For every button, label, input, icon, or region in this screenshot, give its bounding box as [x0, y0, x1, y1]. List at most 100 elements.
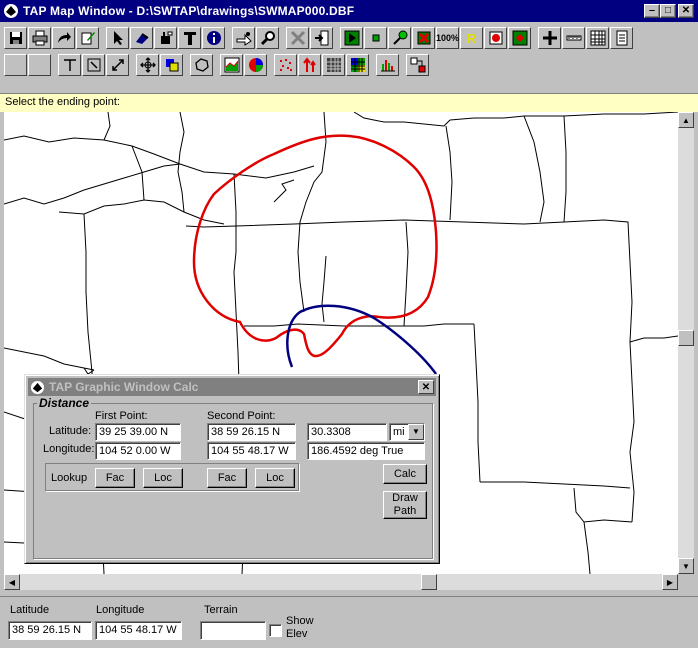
- vertical-scrollbar[interactable]: ▲ ▼: [678, 112, 694, 574]
- scroll-down-button[interactable]: ▼: [678, 558, 694, 574]
- calc-button[interactable]: Calc: [383, 464, 427, 484]
- edit-button[interactable]: [76, 27, 99, 49]
- table-button[interactable]: [586, 27, 609, 49]
- measure-tool-icon: [236, 32, 252, 46]
- arrow-up-button[interactable]: [298, 54, 321, 76]
- boundary-3: [58, 199, 225, 225]
- histogram-button[interactable]: [376, 54, 399, 76]
- scroll-corner: [678, 574, 694, 590]
- layers-button[interactable]: [160, 54, 183, 76]
- save-button[interactable]: [4, 27, 27, 49]
- add-object-button[interactable]: [130, 27, 153, 49]
- bearing-field[interactable]: 186.4592 deg True: [307, 442, 425, 460]
- delete-button[interactable]: [286, 27, 309, 49]
- stop-button[interactable]: [412, 27, 435, 49]
- boundary-18: [563, 115, 567, 223]
- probe-button[interactable]: [388, 27, 411, 49]
- coverage-button[interactable]: [244, 54, 267, 76]
- second-point-label: Second Point:: [207, 410, 276, 422]
- boundary-24: [573, 487, 633, 523]
- profile-button[interactable]: [220, 54, 243, 76]
- print-button[interactable]: [28, 27, 51, 49]
- horizontal-scroll-thumb[interactable]: [421, 574, 437, 590]
- first-loc-button[interactable]: Loc: [143, 468, 183, 488]
- select-pointer-button[interactable]: [106, 27, 129, 49]
- boundary-5: [177, 112, 185, 213]
- show-elev-label-2: Elev: [286, 628, 308, 640]
- redo-button[interactable]: [52, 27, 75, 49]
- info-button[interactable]: [202, 27, 225, 49]
- first-latitude-field[interactable]: 39 25 39.00 N: [95, 423, 181, 441]
- t-line-icon: [63, 59, 76, 71]
- second-latitude-field[interactable]: 38 59 26.15 N: [207, 423, 296, 441]
- blank-tool-2[interactable]: [28, 54, 51, 76]
- color-raster-button[interactable]: [346, 54, 369, 76]
- flag-button[interactable]: [484, 27, 507, 49]
- point-button[interactable]: [364, 27, 387, 49]
- terrain-field[interactable]: [200, 621, 266, 640]
- zoom-box-button[interactable]: [82, 54, 105, 76]
- show-elev-label-1: Show: [286, 615, 314, 627]
- dialog-close-button[interactable]: ✕: [418, 380, 434, 394]
- first-fac-button[interactable]: Fac: [95, 468, 135, 488]
- scroll-up-button[interactable]: ▲: [678, 112, 694, 128]
- scroll-right-button[interactable]: ▶: [662, 574, 678, 590]
- identify-button[interactable]: [154, 27, 177, 49]
- horizontal-scrollbar[interactable]: ◀ ▶: [4, 574, 678, 590]
- blank-tool-1[interactable]: [4, 54, 27, 76]
- ruler-button[interactable]: [562, 27, 585, 49]
- close-button[interactable]: ✕: [678, 4, 694, 18]
- first-longitude-field[interactable]: 104 52 0.00 W: [95, 442, 181, 460]
- draw-path-button[interactable]: Draw Path: [383, 491, 427, 519]
- layers-icon: [165, 59, 178, 72]
- boundary-21: [473, 323, 481, 483]
- second-longitude-field[interactable]: 104 55 48.17 W: [207, 442, 296, 460]
- app-icon: [4, 4, 18, 18]
- longitude-field[interactable]: 104 55 48.17 W: [95, 621, 182, 640]
- polygon-button[interactable]: [190, 54, 213, 76]
- show-elev-checkbox[interactable]: [269, 624, 282, 637]
- dialog-title-bar[interactable]: TAP Graphic Window Calc ✕: [28, 378, 436, 396]
- color-raster-icon: [350, 58, 365, 72]
- link-button[interactable]: [406, 54, 429, 76]
- coverage-contour: [192, 134, 438, 358]
- second-fac-button[interactable]: Fac: [207, 468, 247, 488]
- distance-field[interactable]: 30.3308: [307, 423, 387, 441]
- zoom-100-button[interactable]: 100%: [436, 27, 459, 49]
- line-tool-button[interactable]: [58, 54, 81, 76]
- notes-button[interactable]: [610, 27, 633, 49]
- scroll-left-button[interactable]: ◀: [4, 574, 20, 590]
- magnifier-icon: [260, 31, 275, 46]
- grid-button[interactable]: [508, 27, 531, 49]
- text-t-icon: [183, 32, 196, 45]
- text-button[interactable]: [178, 27, 201, 49]
- raster-button[interactable]: [322, 54, 345, 76]
- maximize-button[interactable]: □: [660, 4, 676, 18]
- table-grid-icon: [590, 30, 605, 46]
- diagonal-arrow-icon: [111, 59, 124, 71]
- zoom-extent-button[interactable]: [106, 54, 129, 76]
- minimize-icon: ‒: [649, 5, 655, 16]
- crosshair-button[interactable]: [538, 27, 561, 49]
- minimize-button[interactable]: ‒: [644, 4, 660, 18]
- unit-dropdown-button[interactable]: ▼: [408, 424, 424, 440]
- exit-button[interactable]: [310, 27, 333, 49]
- unit-select[interactable]: mi ▼: [389, 423, 425, 441]
- redraw-button[interactable]: R: [460, 27, 483, 49]
- search-button[interactable]: [256, 27, 279, 49]
- scatter-button[interactable]: [274, 54, 297, 76]
- run-button[interactable]: [340, 27, 363, 49]
- link-boxes-icon: [410, 57, 425, 73]
- pan-button[interactable]: [136, 54, 159, 76]
- arrow-right-icon: ▶: [666, 577, 674, 587]
- measure-button[interactable]: [232, 27, 255, 49]
- boundary-7: [131, 145, 145, 201]
- vertical-scroll-thumb[interactable]: [678, 330, 694, 346]
- window-title: TAP Map Window - D:\SWTAP\drawings\SWMAP…: [23, 4, 355, 18]
- latitude-field[interactable]: 38 59 26.15 N: [8, 621, 92, 640]
- second-loc-button[interactable]: Loc: [255, 468, 295, 488]
- red-arrows-icon: [302, 57, 316, 72]
- latitude-label: Latitude:: [49, 425, 92, 437]
- title-bar: TAP Map Window - D:\SWTAP\drawings\SWMAP…: [0, 0, 698, 22]
- green-grid-icon: [512, 30, 527, 46]
